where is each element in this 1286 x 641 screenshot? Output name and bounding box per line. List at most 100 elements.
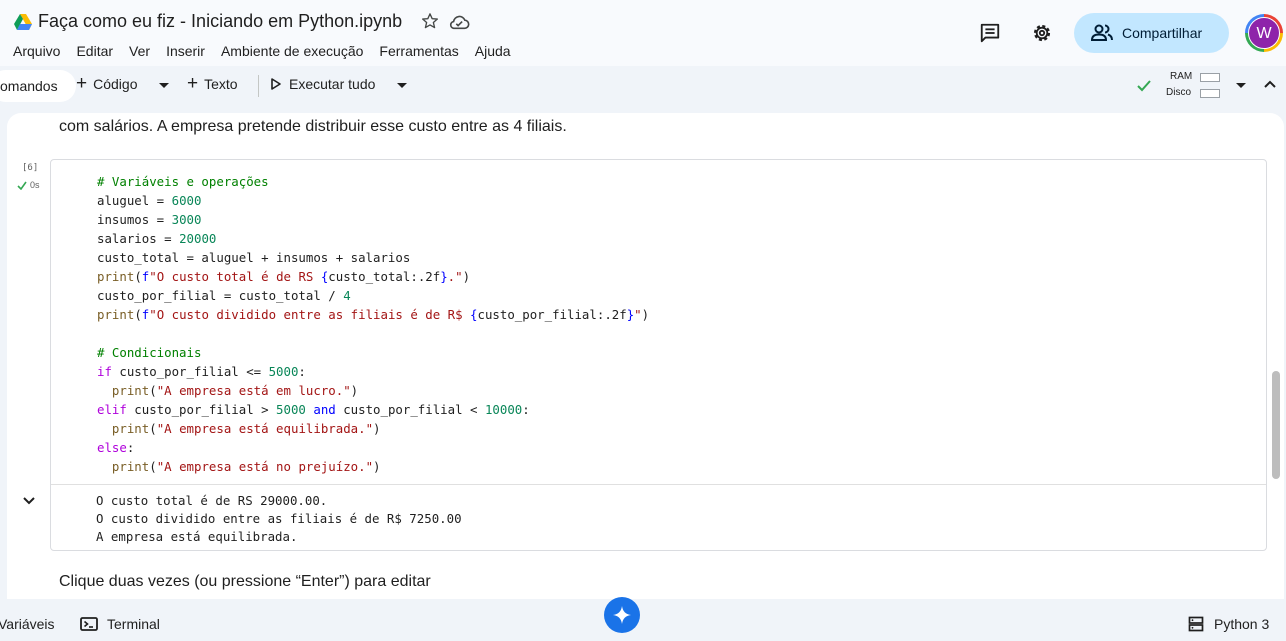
chevron-up-icon[interactable] bbox=[1264, 80, 1276, 88]
code-token: "A empresa está no prejuízo." bbox=[156, 459, 374, 474]
add-code-button[interactable]: + Código bbox=[76, 73, 138, 94]
code-token: custo_por_filial = custo_total / bbox=[97, 288, 344, 303]
code-token: salarios = bbox=[97, 231, 180, 246]
code-token: ( bbox=[149, 383, 157, 398]
code-token: 20000 bbox=[179, 231, 217, 246]
ram-label: RAM bbox=[1170, 71, 1193, 82]
output-line: O custo dividido entre as filiais é de R… bbox=[96, 511, 462, 526]
variables-label: Variáveis bbox=[0, 616, 55, 632]
code-token: aluguel = bbox=[97, 193, 172, 208]
code-token: ( bbox=[134, 307, 142, 322]
code-token: "A empresa está equilibrada." bbox=[156, 421, 374, 436]
resource-monitor[interactable]: RAM Disco bbox=[1136, 69, 1226, 103]
code-token: print bbox=[111, 421, 150, 436]
plus-icon: + bbox=[76, 73, 88, 94]
code-token: custo_por_filial:.2f bbox=[477, 307, 627, 322]
edit-hint-text[interactable]: Clique duas vezes (ou pressione “Enter”)… bbox=[59, 573, 431, 591]
menu-file[interactable]: Arquivo bbox=[13, 43, 60, 59]
code-token: print bbox=[97, 269, 135, 284]
code-line: # Variáveis e operações bbox=[97, 172, 649, 191]
menu-bar: Arquivo Editar Ver Inserir Ambiente de e… bbox=[13, 43, 527, 59]
code-token: if bbox=[97, 364, 112, 379]
execution-time: 0s bbox=[30, 180, 40, 190]
code-token: custo_por_filial <= bbox=[111, 364, 269, 379]
run-all-button[interactable]: Executar tudo bbox=[271, 76, 375, 92]
code-token: custo_total:.2f bbox=[328, 269, 441, 284]
star-icon[interactable] bbox=[421, 12, 439, 30]
share-label: Compartilhar bbox=[1122, 25, 1203, 41]
chevron-down-icon[interactable] bbox=[159, 83, 169, 89]
menu-tools[interactable]: Ferramentas bbox=[379, 43, 458, 59]
menu-runtime[interactable]: Ambiente de execução bbox=[221, 43, 363, 59]
notebook-title[interactable]: Faça como eu fiz - Iniciando em Python.i… bbox=[38, 11, 402, 32]
code-token: ( bbox=[134, 269, 142, 284]
code-token: ( bbox=[149, 459, 157, 474]
comment-icon[interactable] bbox=[979, 22, 1001, 44]
terminal-button[interactable]: Terminal bbox=[80, 616, 160, 632]
cloud-saved-icon[interactable] bbox=[448, 13, 470, 31]
code-line: salarios = 20000 bbox=[97, 229, 649, 248]
code-cell[interactable]: # Variáveis e operações aluguel = 6000 ins… bbox=[50, 159, 1267, 551]
code-token: : bbox=[522, 402, 530, 417]
code-token: 6000 bbox=[171, 193, 202, 208]
execution-count[interactable]: [6] bbox=[22, 163, 38, 173]
avatar-letter: W bbox=[1248, 17, 1280, 49]
disk-label: Disco bbox=[1166, 87, 1192, 98]
code-token: insumos = bbox=[97, 212, 172, 227]
top-bar: Faça como eu fiz - Iniciando em Python.i… bbox=[0, 0, 1286, 66]
menu-insert[interactable]: Inserir bbox=[166, 43, 205, 59]
code-line: custo_total = aluguel + insumos + salari… bbox=[97, 248, 649, 267]
notebook-toolbar: omandos + Código + Texto Executar tudo R… bbox=[0, 66, 1286, 106]
code-line: custo_por_filial = custo_total / 4 bbox=[97, 286, 649, 305]
code-line: print("A empresa está no prejuízo.") bbox=[97, 457, 649, 476]
commands-button[interactable]: omandos bbox=[0, 70, 76, 102]
runtime-label: Python 3 bbox=[1214, 616, 1270, 632]
gear-icon[interactable] bbox=[1031, 22, 1053, 44]
drive-logo-icon[interactable] bbox=[14, 14, 32, 30]
code-token: "A empresa está em lucro." bbox=[156, 383, 351, 398]
menu-help[interactable]: Ajuda bbox=[475, 43, 511, 59]
code-line: if custo_por_filial <= 5000: bbox=[97, 362, 649, 381]
runtime-type-button[interactable]: Python 3 bbox=[1188, 616, 1269, 632]
code-token: elif bbox=[97, 402, 127, 417]
code-line: print(f"O custo dividido entre as filiai… bbox=[97, 305, 649, 324]
code-token: "O custo dividido entre as filiais é de … bbox=[149, 307, 471, 322]
variables-button[interactable]: Variáveis bbox=[0, 616, 55, 632]
code-token: print bbox=[111, 459, 150, 474]
code-token: 10000 bbox=[484, 402, 523, 417]
code-token: : bbox=[126, 440, 135, 455]
scrollbar-thumb[interactable] bbox=[1272, 371, 1280, 479]
text-cell-fragment[interactable]: com salários. A empresa pretende distrib… bbox=[59, 118, 567, 136]
share-button[interactable]: Compartilhar bbox=[1074, 13, 1229, 53]
add-text-button[interactable]: + Texto bbox=[187, 74, 238, 93]
people-icon bbox=[1090, 24, 1113, 41]
code-line: print("A empresa está em lucro.") bbox=[97, 381, 649, 400]
add-code-label: Código bbox=[93, 76, 138, 92]
avatar[interactable]: W bbox=[1245, 14, 1283, 52]
run-all-label: Executar tudo bbox=[289, 76, 376, 92]
execution-status: 0s bbox=[17, 180, 40, 190]
chevron-down-icon[interactable] bbox=[1236, 83, 1246, 89]
code-line: else: bbox=[97, 438, 649, 457]
sparkle-icon bbox=[613, 606, 631, 624]
code-token: ) bbox=[462, 269, 471, 284]
chevron-down-icon[interactable] bbox=[397, 83, 407, 89]
ram-bar bbox=[1200, 73, 1220, 82]
play-icon bbox=[271, 78, 281, 90]
code-token: 5000 bbox=[268, 364, 299, 379]
menu-view[interactable]: Ver bbox=[129, 43, 150, 59]
gemini-button[interactable] bbox=[604, 597, 640, 633]
code-token: 4 bbox=[343, 288, 351, 303]
terminal-icon bbox=[80, 617, 98, 631]
cell-output: O custo total é de RS 29000.00. O custo d… bbox=[96, 492, 462, 546]
code-token: else bbox=[97, 440, 127, 455]
menu-edit[interactable]: Editar bbox=[76, 43, 113, 59]
code-token: 5000 bbox=[276, 402, 306, 417]
code-editor[interactable]: # Variáveis e operações aluguel = 6000 ins… bbox=[97, 172, 649, 476]
code-line: elif custo_por_filial > 5000 and custo_p… bbox=[97, 400, 649, 419]
code-token: 3000 bbox=[171, 212, 202, 227]
collapse-output-icon[interactable] bbox=[21, 493, 37, 509]
